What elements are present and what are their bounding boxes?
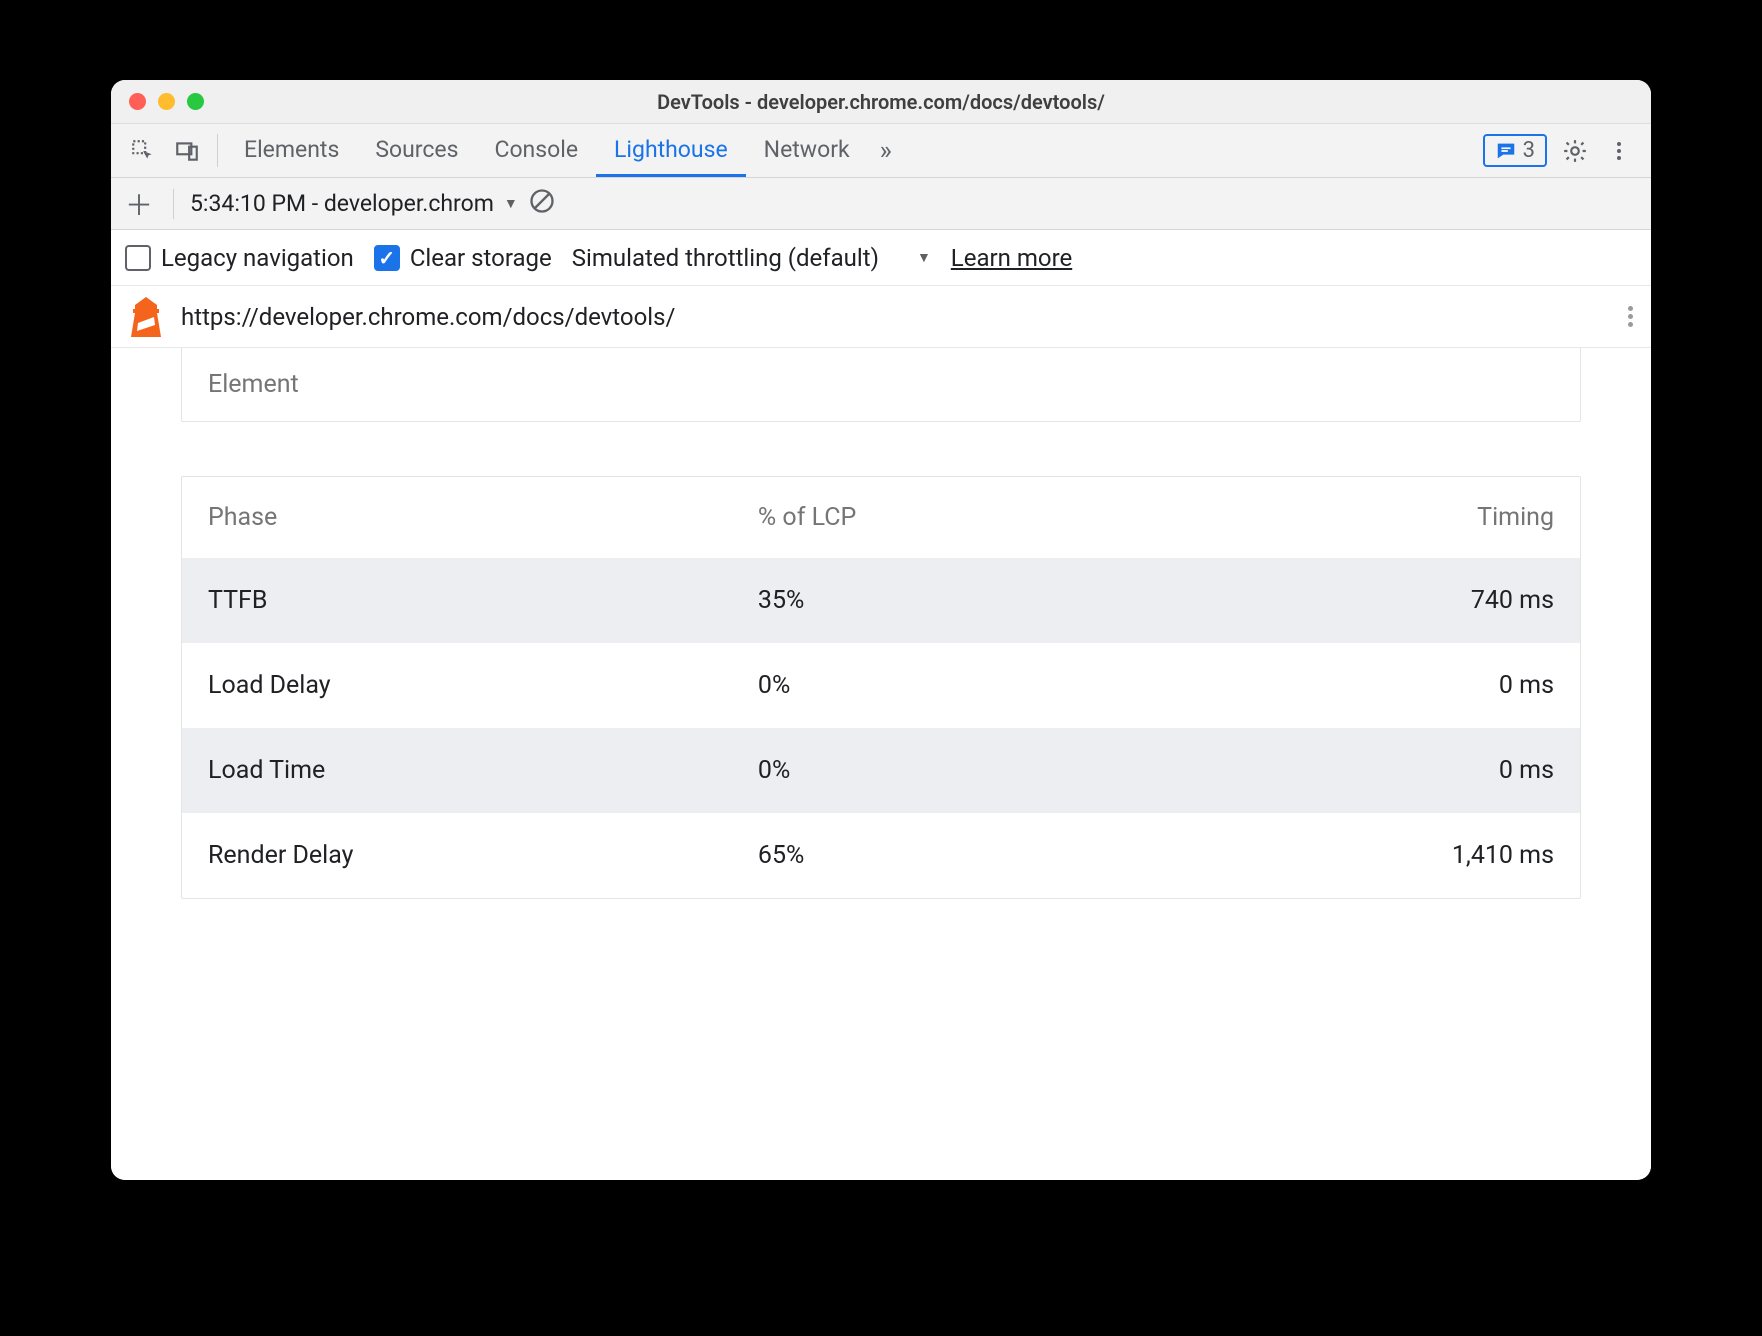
console-messages-badge[interactable]: 3: [1483, 134, 1547, 167]
cell-phase: TTFB: [182, 558, 732, 643]
cell-timing: 1,410 ms: [1151, 813, 1580, 898]
divider: [173, 189, 174, 219]
table-row: Load Delay 0% 0 ms: [182, 643, 1580, 728]
clear-storage-label: Clear storage: [410, 244, 552, 272]
lcp-element-card[interactable]: Element: [181, 348, 1581, 422]
report-selector[interactable]: 5:34:10 PM - developer.chrom ▼: [190, 190, 518, 217]
table-row: Render Delay 65% 1,410 ms: [182, 813, 1580, 898]
lcp-phase-table: Phase % of LCP Timing TTFB 35% 740 ms Lo…: [182, 477, 1580, 898]
devtools-window: DevTools - developer.chrome.com/docs/dev…: [111, 80, 1651, 1180]
report-menu-button[interactable]: [1628, 306, 1633, 327]
element-card-label: Element: [208, 370, 299, 399]
col-header-pct: % of LCP: [732, 477, 1151, 558]
tab-lighthouse[interactable]: Lighthouse: [596, 124, 746, 177]
learn-more-link[interactable]: Learn more: [951, 244, 1072, 272]
clear-all-button[interactable]: [528, 187, 556, 221]
table-row: Load Time 0% 0 ms: [182, 728, 1580, 813]
tab-sources[interactable]: Sources: [357, 124, 476, 177]
report-url: https://developer.chrome.com/docs/devtoo…: [181, 303, 675, 331]
lighthouse-icon: [129, 297, 163, 337]
panel-tabs: Elements Sources Console Lighthouse Netw…: [226, 124, 868, 177]
new-report-button[interactable]: ＋: [121, 184, 157, 224]
main-menu-button[interactable]: [1597, 124, 1641, 177]
divider: [217, 134, 218, 167]
device-toolbar-icon[interactable]: [165, 124, 209, 177]
lighthouse-toolbar: ＋ 5:34:10 PM - developer.chrom ▼: [111, 178, 1651, 230]
lighthouse-options: Legacy navigation Clear storage Simulate…: [111, 230, 1651, 286]
throttling-label: Simulated throttling (default): [572, 244, 879, 272]
cell-timing: 0 ms: [1151, 643, 1580, 728]
report-selector-label: 5:34:10 PM - developer.chrom: [190, 190, 494, 217]
cell-pct: 65%: [732, 813, 1151, 898]
titlebar: DevTools - developer.chrome.com/docs/dev…: [111, 80, 1651, 124]
minimize-window-button[interactable]: [158, 93, 175, 110]
zoom-window-button[interactable]: [187, 93, 204, 110]
clear-storage-checkbox[interactable]: Clear storage: [374, 244, 552, 272]
checkbox-icon: [125, 245, 151, 271]
cell-timing: 740 ms: [1151, 558, 1580, 643]
col-header-phase: Phase: [182, 477, 732, 558]
close-window-button[interactable]: [129, 93, 146, 110]
chevron-down-icon: ▼: [504, 195, 518, 212]
cell-phase: Render Delay: [182, 813, 732, 898]
legacy-navigation-checkbox[interactable]: Legacy navigation: [125, 244, 354, 272]
tab-elements[interactable]: Elements: [226, 124, 357, 177]
cell-phase: Load Delay: [182, 643, 732, 728]
legacy-navigation-label: Legacy navigation: [161, 244, 354, 272]
devtools-tabbar: Elements Sources Console Lighthouse Netw…: [111, 124, 1651, 178]
checkbox-checked-icon: [374, 245, 400, 271]
cell-pct: 0%: [732, 643, 1151, 728]
cell-phase: Load Time: [182, 728, 732, 813]
more-tabs-button[interactable]: »: [868, 124, 904, 177]
settings-button[interactable]: [1553, 124, 1597, 177]
traffic-lights: [129, 93, 204, 110]
console-messages-count: 3: [1523, 138, 1535, 163]
report-url-row: https://developer.chrome.com/docs/devtoo…: [111, 286, 1651, 348]
throttling-selector[interactable]: Simulated throttling (default) ▼: [572, 244, 931, 272]
report-content: Element Phase % of LCP Timing TTFB 35% 7…: [111, 348, 1651, 1180]
chevron-down-icon: ▼: [917, 249, 931, 266]
col-header-timing: Timing: [1151, 477, 1580, 558]
table-row: TTFB 35% 740 ms: [182, 558, 1580, 643]
inspect-element-icon[interactable]: [121, 124, 165, 177]
tab-console[interactable]: Console: [476, 124, 596, 177]
tab-network[interactable]: Network: [746, 124, 868, 177]
lcp-phase-table-card: Phase % of LCP Timing TTFB 35% 740 ms Lo…: [181, 476, 1581, 899]
window-title: DevTools - developer.chrome.com/docs/dev…: [111, 90, 1651, 114]
cell-pct: 35%: [732, 558, 1151, 643]
cell-pct: 0%: [732, 728, 1151, 813]
cell-timing: 0 ms: [1151, 728, 1580, 813]
